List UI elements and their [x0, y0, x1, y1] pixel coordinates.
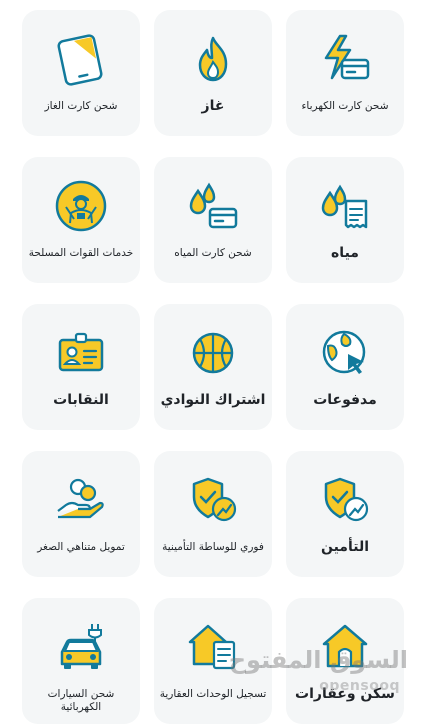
service-label: مدفوعات — [313, 392, 377, 408]
service-tile-gas-card[interactable]: شحن كارت الغاز — [22, 10, 140, 136]
water-bill-icon — [318, 179, 372, 233]
gas-card-phone-icon — [54, 32, 108, 86]
electricity-card-icon — [318, 32, 372, 86]
service-tile-payments[interactable]: مدفوعات — [286, 304, 404, 430]
service-tile-insurance[interactable]: التأمين — [286, 451, 404, 577]
service-tile-armed-forces[interactable]: خدمات القوات المسلحة — [22, 157, 140, 283]
service-label: سكن وعقارات — [295, 686, 395, 702]
service-label: شحن كارت المياه — [174, 247, 252, 259]
insurance-brokerage-icon — [186, 473, 240, 527]
service-label: شحن كارت الكهرباء — [301, 100, 389, 112]
service-label: شحن كارت الغاز — [44, 100, 118, 112]
ev-charging-icon — [54, 620, 108, 674]
flame-icon — [186, 32, 240, 86]
service-tile-micro-finance[interactable]: تمويل متناهي الصغر — [22, 451, 140, 577]
id-badge-icon — [54, 326, 108, 380]
service-label: خدمات القوات المسلحة — [28, 247, 134, 259]
house-icon — [318, 620, 372, 674]
service-label: شحن السيارات الكهربائية — [47, 688, 115, 713]
service-tile-clubs-subscription[interactable]: اشتراك النوادي — [154, 304, 272, 430]
service-tile-housing-real-estate[interactable]: سكن وعقارات — [286, 598, 404, 724]
service-tile-gas[interactable]: غاز — [154, 10, 272, 136]
service-tile-water[interactable]: مياه — [286, 157, 404, 283]
shield-check-icon — [318, 473, 372, 527]
service-tile-electricity-card[interactable]: شحن كارت الكهرباء — [286, 10, 404, 136]
armed-forces-icon — [54, 179, 108, 233]
service-tile-insurance-brokerage[interactable]: فوري للوساطة التأمينية — [154, 451, 272, 577]
service-label: غاز — [201, 98, 225, 114]
service-label: النقابات — [53, 392, 109, 408]
service-tile-water-card[interactable]: شحن كارت المياه — [154, 157, 272, 283]
service-label: التأمين — [320, 539, 369, 555]
services-grid: شحن كارت الكهرباء غاز شحن كارت الغاز ميا… — [0, 0, 426, 724]
basketball-icon — [186, 326, 240, 380]
service-tile-ev-charging[interactable]: شحن السيارات الكهربائية — [22, 598, 140, 724]
property-registration-icon — [186, 620, 240, 674]
service-label: اشتراك النوادي — [160, 392, 266, 408]
micro-finance-icon — [54, 473, 108, 527]
service-tile-syndicates[interactable]: النقابات — [22, 304, 140, 430]
service-label: تسجيل الوحدات العقارية — [159, 688, 267, 700]
water-card-icon — [186, 179, 240, 233]
service-label: تمويل متناهي الصغر — [37, 541, 125, 553]
globe-cursor-icon — [318, 326, 372, 380]
service-label: فوري للوساطة التأمينية — [162, 541, 264, 553]
service-tile-property-registration[interactable]: تسجيل الوحدات العقارية — [154, 598, 272, 724]
service-label: مياه — [331, 245, 359, 261]
